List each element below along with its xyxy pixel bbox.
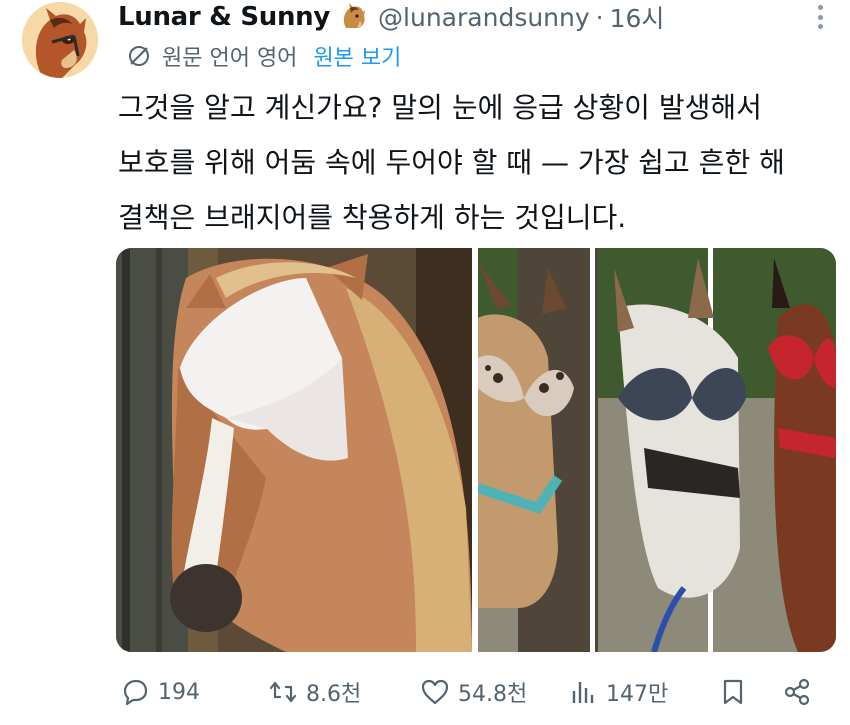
analytics-icon [572,682,594,703]
reply-icon [123,679,148,706]
show-original-link[interactable]: 원본 보기 [313,40,401,72]
retweet-button[interactable]: 8.6천 [268,672,361,712]
more-options-icon[interactable] [810,2,830,32]
handle[interactable]: @lunarandsunny [378,3,590,32]
timestamp[interactable]: 16시 [610,0,665,35]
tweet-text-line: 결책은 브래지어를 착용하게 하는 것입니다. [118,201,627,234]
action-bar: 194 8.6천 54.8천 147만 [118,672,830,712]
tweet-header: Lunar & Sunny @lunarandsunny · 16시 [118,0,664,34]
like-button[interactable]: 54.8천 [420,672,527,712]
translate-icon [126,43,152,69]
view-count: 147만 [606,682,669,707]
media-image-horse-mask[interactable] [116,248,472,652]
media-image-horses-bras[interactable] [478,248,836,652]
reply-button[interactable]: 194 [120,672,200,712]
display-name[interactable]: Lunar & Sunny [118,2,330,32]
share-button[interactable] [782,672,812,712]
tweet-text: 그것을 알고 계신가요? 말의 눈에 응급 상황이 발생해서 보호를 위해 어둠… [118,80,828,245]
separator-dot: · [595,2,604,32]
reply-count: 194 [158,679,200,705]
horse-face-icon [338,2,368,32]
bookmark-icon [723,679,743,705]
tweet-text-line: 보호를 위해 어둠 속에 두어야 할 때 — 가장 쉽고 흔한 해 [118,146,785,179]
share-icon [784,678,810,706]
heart-icon [421,679,449,705]
retweet-icon [269,681,297,703]
retweet-count: 8.6천 [306,682,362,707]
translation-label: 원문 언어 영어 [162,46,298,71]
like-count: 54.8천 [458,682,528,707]
views-button[interactable]: 147만 [568,672,668,712]
bookmark-button[interactable] [718,672,748,712]
translation-row: 원문 언어 영어 원본 보기 [126,40,401,72]
tweet-media [116,248,836,652]
tweet-text-line: 그것을 알고 계신가요? 말의 눈에 응급 상황이 발생해서 [118,91,762,124]
avatar[interactable] [22,2,98,78]
